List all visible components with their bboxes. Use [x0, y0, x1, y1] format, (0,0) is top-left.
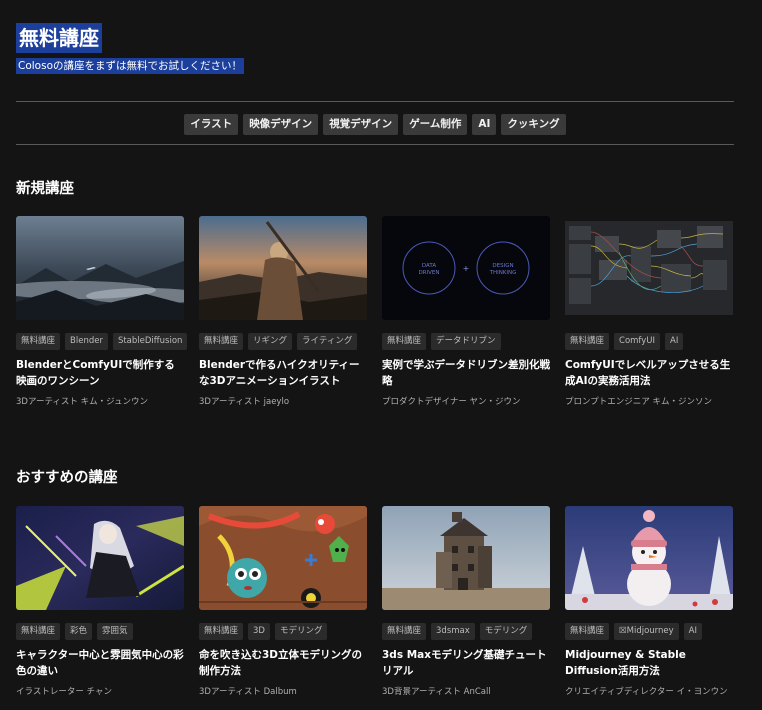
course-author: 3Dアーティスト Dalbum — [199, 687, 297, 697]
course-tag[interactable]: データドリブン — [431, 333, 501, 350]
course-tag[interactable]: 3D — [248, 623, 270, 640]
old-tower-house-image[interactable] — [382, 506, 550, 610]
new-courses-grid: 無料講座 Blender StableDiffusion BlenderとCom… — [16, 216, 734, 407]
category-game-dev-button[interactable]: ゲーム制作 — [403, 114, 468, 135]
course-author: クリエイティブディレクター イ・ヨンウン — [565, 687, 728, 697]
section-title-recommended: おすすめの講座 — [16, 470, 118, 486]
course-author: プロダクトデザイナー ヤン・ジウン — [382, 397, 521, 407]
course-title[interactable]: キャラクター中心と雰囲気中心の彩色の違い — [16, 647, 184, 679]
snowman-image[interactable] — [565, 506, 733, 610]
course-tags: 無料講座 3D モデリング — [199, 623, 367, 640]
category-visual-design-button[interactable]: 視覚デザイン — [323, 114, 399, 135]
course-tag[interactable]: ☒Midjourney — [614, 623, 679, 640]
section-title-new: 新規講座 — [16, 181, 74, 197]
course-tag[interactable]: モデリング — [479, 623, 533, 640]
recommended-courses-grid: 無料講座 彩色 雰囲気 キャラクター中心と雰囲気中心の彩色の違い イラストレータ… — [16, 506, 734, 697]
misty-mountains-image[interactable] — [16, 216, 184, 320]
category-illustration-button[interactable]: イラスト — [184, 114, 239, 135]
course-title[interactable]: BlenderとComfyUIで制作する映画のワンシーン — [16, 357, 184, 389]
category-video-design-button[interactable]: 映像デザイン — [243, 114, 319, 135]
course-tag[interactable]: リギング — [248, 333, 293, 350]
thumb-text-thinking: THINKING — [489, 270, 517, 276]
course-card[interactable]: 無料講座 ComfyUI AI ComfyUIでレベルアップさせる生成AIの実務… — [565, 216, 733, 407]
course-tag[interactable]: 無料講座 — [16, 333, 61, 350]
course-tag[interactable]: 無料講座 — [565, 333, 610, 350]
course-tag[interactable]: モデリング — [274, 623, 328, 640]
course-title[interactable]: 命を吹き込む3D立体モデリングの制作方法 — [199, 647, 367, 679]
anime-character-image[interactable] — [16, 506, 184, 610]
thumb-text-plus: + — [463, 264, 470, 273]
course-card[interactable]: 無料講座 ☒Midjourney AI Midjourney & Stable … — [565, 506, 733, 697]
category-cooking-button[interactable]: クッキング — [501, 114, 566, 135]
page-title: 無料講座 — [16, 23, 102, 53]
course-tag[interactable]: 無料講座 — [382, 333, 427, 350]
course-tag[interactable]: 無料講座 — [199, 623, 244, 640]
course-title[interactable]: Midjourney & Stable Diffusion活用方法 — [565, 647, 733, 679]
course-tag[interactable]: Blender — [65, 333, 108, 350]
course-tags: 無料講座 ☒Midjourney AI — [565, 623, 733, 640]
course-tags: 無料講座 3dsmax モデリング — [382, 623, 550, 640]
course-tag[interactable]: ComfyUI — [614, 333, 661, 350]
course-tag[interactable]: 雰囲気 — [97, 623, 133, 640]
course-tags: 無料講座 Blender StableDiffusion — [16, 333, 188, 350]
course-title[interactable]: 3ds Maxモデリング基礎チュートリアル — [382, 647, 550, 679]
course-card[interactable]: 無料講座 3D モデリング 命を吹き込む3D立体モデリングの制作方法 3Dアーテ… — [199, 506, 367, 697]
node-graph-image[interactable] — [565, 216, 733, 320]
data-design-circles-image[interactable]: DATA DRIVEN + DESIGN THINKING — [382, 216, 550, 320]
course-tag[interactable]: AI — [665, 333, 684, 350]
course-tags: 無料講座 データドリブン — [382, 333, 550, 350]
course-card[interactable]: DATA DRIVEN + DESIGN THINKING 無料講座 データドリ… — [382, 216, 550, 407]
course-author: イラストレーター チャン — [16, 687, 112, 697]
thumb-text-driven: DRIVEN — [418, 270, 439, 276]
page-subtitle: Colosoの講座をまずは無料でお試しください！ — [16, 58, 244, 74]
cute-monsters-image[interactable] — [199, 506, 367, 610]
course-tag[interactable]: AI — [683, 623, 702, 640]
course-title[interactable]: ComfyUIでレベルアップさせる生成AIの実務活用法 — [565, 357, 733, 389]
course-card[interactable]: 無料講座 リギング ライティング Blenderで作るハイクオリティーな3Dアニ… — [199, 216, 367, 407]
course-tag[interactable]: 3dsmax — [431, 623, 475, 640]
divider-bottom — [16, 144, 734, 145]
course-tag[interactable]: ライティング — [297, 333, 358, 350]
course-tag[interactable]: StableDiffusion — [112, 333, 188, 350]
course-tag[interactable]: 彩色 — [65, 623, 93, 640]
course-title[interactable]: Blenderで作るハイクオリティーな3Dアニメーションイラスト — [199, 357, 367, 389]
thumb-text-design: DESIGN — [492, 263, 513, 269]
course-tag[interactable]: 無料講座 — [565, 623, 610, 640]
course-title[interactable]: 実例で学ぶデータドリブン差別化戦略 — [382, 357, 550, 389]
category-filter: イラスト 映像デザイン 視覚デザイン ゲーム制作 AI クッキング — [16, 114, 734, 135]
category-ai-button[interactable]: AI — [472, 114, 497, 135]
course-tags: 無料講座 リギング ライティング — [199, 333, 367, 350]
course-card[interactable]: 無料講座 Blender StableDiffusion BlenderとCom… — [16, 216, 188, 407]
course-author: 3Dアーティスト jaeylo — [199, 397, 290, 407]
course-tags: 無料講座 ComfyUI AI — [565, 333, 733, 350]
course-author: プロンプトエンジニア キム・ジンソン — [565, 397, 712, 407]
course-tag[interactable]: 無料講座 — [16, 623, 61, 640]
course-author: 3Dアーティスト キム・ジュンウン — [16, 397, 149, 407]
course-card[interactable]: 無料講座 彩色 雰囲気 キャラクター中心と雰囲気中心の彩色の違い イラストレータ… — [16, 506, 184, 697]
course-tag[interactable]: 無料講座 — [199, 333, 244, 350]
thumb-text-data: DATA — [422, 263, 436, 269]
course-author: 3D背景アーティスト AnCall — [382, 687, 491, 697]
course-tags: 無料講座 彩色 雰囲気 — [16, 623, 184, 640]
course-card[interactable]: 無料講座 3dsmax モデリング 3ds Maxモデリング基礎チュートリアル … — [382, 506, 550, 697]
course-tag[interactable]: 無料講座 — [382, 623, 427, 640]
warrior-sunset-image[interactable] — [199, 216, 367, 320]
free-courses-page: 無料講座 Colosoの講座をまずは無料でお試しください！ イラスト 映像デザイ… — [0, 0, 762, 710]
divider-top — [16, 101, 734, 102]
